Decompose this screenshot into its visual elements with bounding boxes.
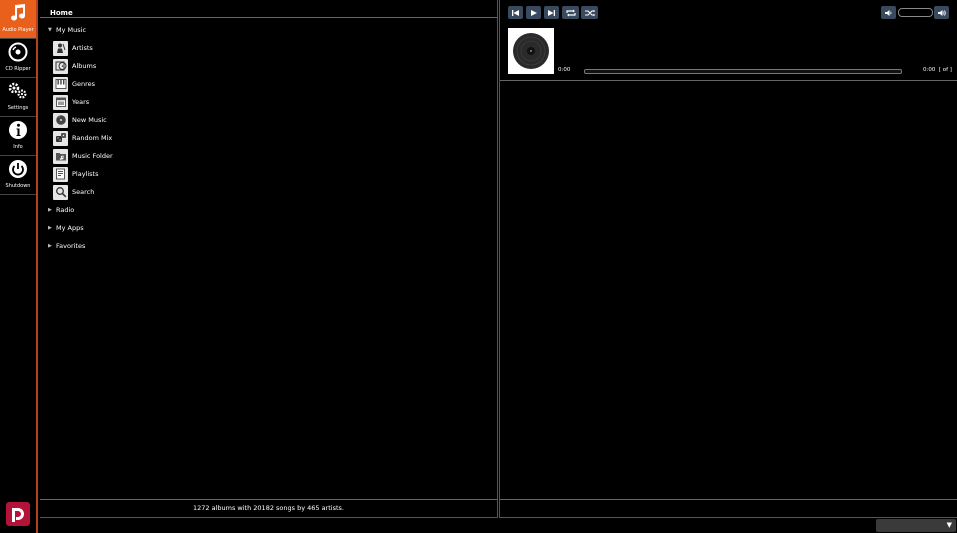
search-icon xyxy=(53,184,68,200)
library-item-albums[interactable]: Albums xyxy=(53,58,96,74)
library-pane: Home ▼ My Music Artists Albums Genres Ye… xyxy=(40,0,498,518)
expand-right-icon: ▶ xyxy=(48,207,52,213)
tree-node-my-apps[interactable]: ▶ My Apps xyxy=(48,222,84,234)
calendar-icon xyxy=(53,94,68,110)
expand-right-icon: ▶ xyxy=(48,225,52,231)
dice-icon xyxy=(53,130,68,146)
library-item-label: Artists xyxy=(72,44,93,52)
next-icon xyxy=(548,9,555,16)
app-label: Shutdown xyxy=(5,183,31,189)
app-button-cd-ripper[interactable]: CD Ripper xyxy=(0,39,36,78)
library-item-new-music[interactable]: New Music xyxy=(53,112,107,128)
app-label: Info xyxy=(13,144,23,150)
library-item-label: Music Folder xyxy=(72,152,113,160)
library-item-label: Playlists xyxy=(72,170,99,178)
disc-icon xyxy=(7,41,29,63)
volume-up-button[interactable] xyxy=(934,6,949,19)
library-item-genres[interactable]: Genres xyxy=(53,76,95,92)
artist-icon xyxy=(53,40,68,56)
play-icon xyxy=(531,9,537,16)
library-header: Home xyxy=(40,0,497,18)
volume-down-button[interactable] xyxy=(881,6,896,19)
app-button-info[interactable]: Info xyxy=(0,117,36,156)
tree-node-my-music[interactable]: ▼ My Music xyxy=(48,24,86,36)
brand-logo xyxy=(6,502,30,526)
library-item-label: Random Mix xyxy=(72,134,113,142)
app-sidebar: Audio Player CD Ripper Settings Info Shu… xyxy=(0,0,38,533)
music-note-icon xyxy=(7,2,29,24)
shuffle-button[interactable] xyxy=(581,6,598,19)
brand-logo-icon xyxy=(12,508,24,522)
player-pane: 0:00 0:00 [ of ] xyxy=(499,0,957,518)
play-button[interactable] xyxy=(526,6,541,19)
power-icon xyxy=(7,158,29,180)
album-cover xyxy=(508,28,554,74)
app-label: CD Ripper xyxy=(5,66,31,72)
folder-icon xyxy=(53,148,68,164)
expand-down-icon: ▼ xyxy=(48,27,52,33)
player-select-dropdown[interactable]: ▼ xyxy=(876,519,956,532)
library-item-label: Genres xyxy=(72,80,96,88)
library-item-label: Albums xyxy=(72,62,97,70)
new-music-icon xyxy=(53,112,68,128)
library-item-years[interactable]: Years xyxy=(53,94,89,110)
progress-bar[interactable] xyxy=(584,69,902,74)
app-label: Settings xyxy=(7,105,29,111)
tree-node-radio[interactable]: ▶ Radio xyxy=(48,204,74,216)
page-title: Home xyxy=(50,9,73,17)
total-time-value: 0:00 xyxy=(923,67,936,73)
now-playing-area: 0:00 0:00 [ of ] xyxy=(500,0,957,81)
library-item-label: Years xyxy=(72,98,90,106)
app-button-audio-player[interactable]: Audio Player xyxy=(0,0,36,39)
playlist-icon xyxy=(53,166,68,182)
total-time: 0:00 [ of ] xyxy=(923,67,952,73)
vinyl-disc-icon xyxy=(513,33,549,69)
library-item-label: Search xyxy=(72,188,95,196)
tree-node-label: My Music xyxy=(56,26,87,34)
tree-node-favorites[interactable]: ▶ Favorites xyxy=(48,240,85,252)
library-item-random-mix[interactable]: Random Mix xyxy=(53,130,112,146)
tree-node-label: Radio xyxy=(56,206,75,214)
app-label: Audio Player xyxy=(2,27,34,33)
genre-icon xyxy=(53,76,68,92)
library-item-label: New Music xyxy=(72,116,107,124)
dropdown-caret-icon: ▼ xyxy=(946,521,952,529)
expand-right-icon: ▶ xyxy=(48,243,52,249)
next-button[interactable] xyxy=(544,6,559,19)
previous-button[interactable] xyxy=(508,6,523,19)
repeat-button[interactable] xyxy=(562,6,579,19)
gears-icon xyxy=(7,80,29,102)
app-button-settings[interactable]: Settings xyxy=(0,78,36,117)
repeat-icon xyxy=(565,9,576,16)
shuffle-icon xyxy=(584,9,595,16)
track-position: [ of ] xyxy=(938,67,952,73)
tree-node-label: Favorites xyxy=(56,242,86,250)
app-button-shutdown[interactable]: Shutdown xyxy=(0,156,36,195)
album-icon xyxy=(53,58,68,74)
volume-slider[interactable] xyxy=(898,8,933,17)
player-status-bar xyxy=(500,499,957,517)
previous-icon xyxy=(512,9,519,16)
volume-down-icon xyxy=(885,9,892,16)
library-status-bar: 1272 albums with 20182 songs by 465 arti… xyxy=(40,499,497,517)
elapsed-time: 0:00 xyxy=(558,67,571,73)
library-item-search[interactable]: Search xyxy=(53,184,94,200)
library-item-music-folder[interactable]: Music Folder xyxy=(53,148,113,164)
info-icon xyxy=(7,119,29,141)
library-stats: 1272 albums with 20182 songs by 465 arti… xyxy=(193,504,344,512)
library-item-artists[interactable]: Artists xyxy=(53,40,93,56)
volume-up-icon xyxy=(938,9,946,16)
library-item-playlists[interactable]: Playlists xyxy=(53,166,99,182)
tree-node-label: My Apps xyxy=(56,224,84,232)
